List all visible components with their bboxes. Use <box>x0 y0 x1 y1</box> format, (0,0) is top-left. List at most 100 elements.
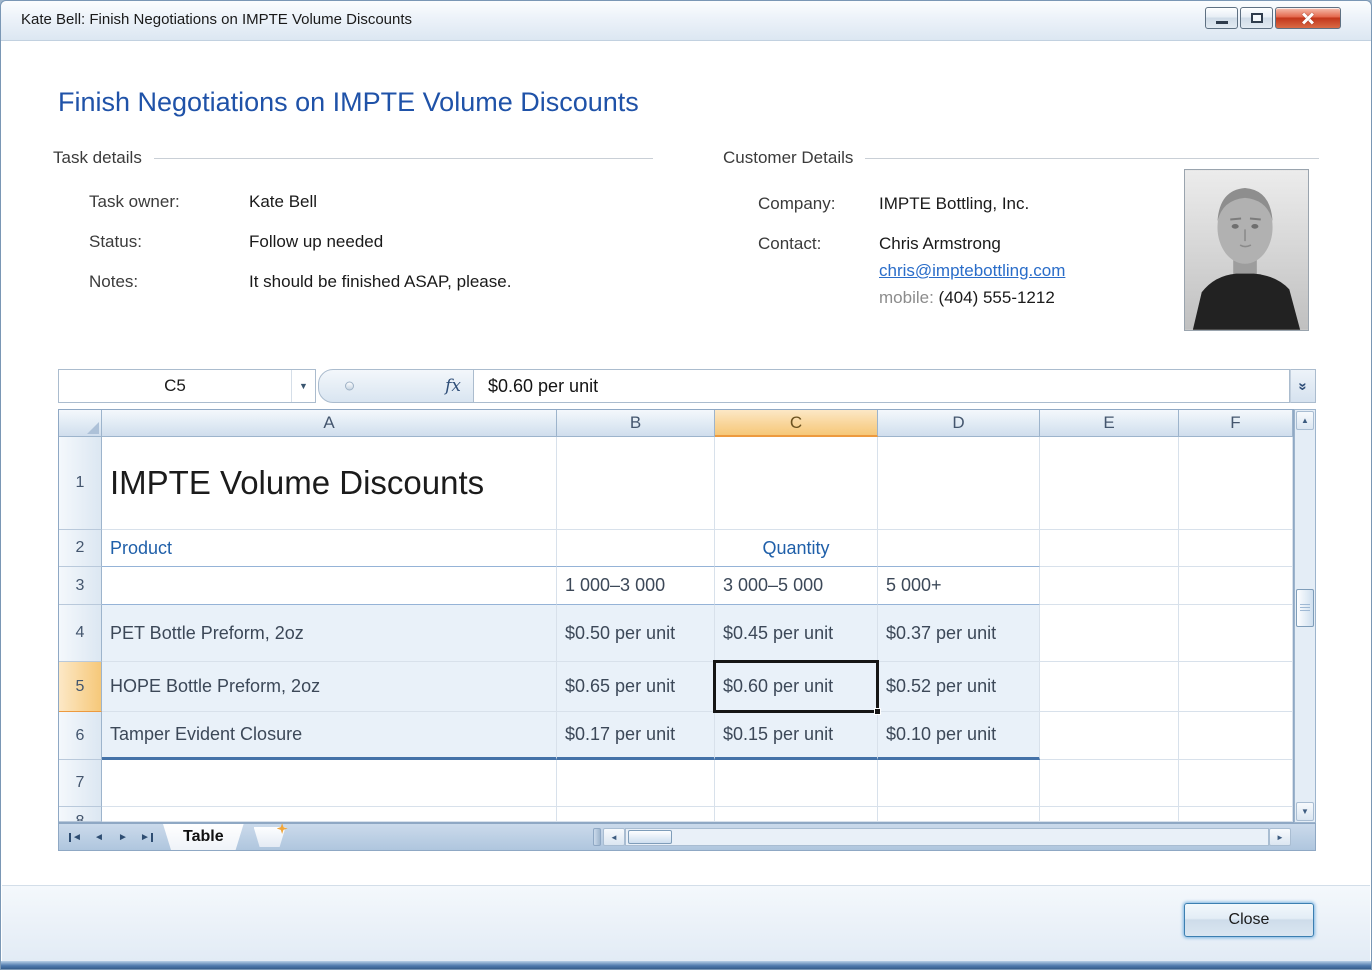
insert-function-button[interactable]: fx <box>318 369 474 403</box>
grid-cell[interactable] <box>1040 437 1179 530</box>
column-header-c[interactable]: C <box>715 410 878 437</box>
horizontal-scroll-thumb[interactable] <box>628 830 672 844</box>
cell-a6-product[interactable]: Tamper Evident Closure <box>102 712 557 760</box>
grid-cell[interactable] <box>102 760 557 807</box>
tab-split-handle[interactable] <box>593 828 601 846</box>
grid-cell[interactable] <box>1040 567 1179 605</box>
grid-cell[interactable] <box>878 760 1040 807</box>
cell-c6-price[interactable]: $0.15 per unit <box>715 712 878 760</box>
grid-cell[interactable] <box>1040 530 1179 567</box>
expand-formula-bar-button[interactable]: » <box>1290 369 1316 403</box>
row-header-6[interactable]: 6 <box>59 712 102 760</box>
cell-a2-product-header[interactable]: Product <box>102 530 557 567</box>
horizontal-scroll-track[interactable] <box>625 828 1269 846</box>
cell-b4-price[interactable]: $0.50 per unit <box>557 605 715 662</box>
grid-cell[interactable] <box>1179 807 1293 822</box>
cell-a4-product[interactable]: PET Bottle Preform, 2oz <box>102 605 557 662</box>
insert-worksheet-button[interactable] <box>254 827 286 847</box>
cell-c4-price[interactable]: $0.45 per unit <box>715 605 878 662</box>
select-all-icon <box>87 422 99 434</box>
grid-cell[interactable] <box>1179 760 1293 807</box>
contact-photo <box>1184 169 1309 331</box>
grid-cell[interactable] <box>1179 437 1293 530</box>
previous-sheet-button[interactable]: ◄ <box>87 828 111 846</box>
minimize-button[interactable] <box>1205 7 1238 29</box>
grid-cell[interactable] <box>715 437 878 530</box>
row-header-1[interactable]: 1 <box>59 437 102 530</box>
row-header-7[interactable]: 7 <box>59 760 102 807</box>
grid-cell[interactable] <box>557 437 715 530</box>
grid-cell[interactable] <box>557 807 715 822</box>
grid-cell[interactable] <box>1040 605 1179 662</box>
task-details-section: Task details <box>53 148 653 168</box>
grid-cell[interactable] <box>1040 662 1179 712</box>
row-header-2[interactable]: 2 <box>59 530 102 567</box>
grid-cell[interactable] <box>878 437 1040 530</box>
column-header-a[interactable]: A <box>102 410 557 437</box>
column-header-e[interactable]: E <box>1040 410 1179 437</box>
grid-cell[interactable] <box>102 567 557 605</box>
cell-b3-tier1[interactable]: 1 000–3 000 <box>557 567 715 605</box>
vertical-scrollbar[interactable]: ▲ ▼ <box>1294 409 1316 823</box>
cell-d3-tier3[interactable]: 5 000+ <box>878 567 1040 605</box>
name-box-dropdown[interactable]: ▼ <box>291 370 315 402</box>
cell-d4-price[interactable]: $0.37 per unit <box>878 605 1040 662</box>
titlebar[interactable]: Kate Bell: Finish Negotiations on IMPTE … <box>1 1 1371 41</box>
name-box[interactable]: C5 ▼ <box>58 369 316 403</box>
scroll-left-button[interactable]: ◄ <box>603 828 625 846</box>
row-header-4[interactable]: 4 <box>59 605 102 662</box>
close-window-button[interactable] <box>1275 7 1341 29</box>
cell-c3-tier2[interactable]: 3 000–5 000 <box>715 567 878 605</box>
cell-d6-price[interactable]: $0.10 per unit <box>878 712 1040 760</box>
grid-cell[interactable] <box>715 807 878 822</box>
close-icon <box>1300 10 1316 26</box>
grid-cell[interactable] <box>557 760 715 807</box>
vertical-scroll-thumb[interactable] <box>1296 589 1314 627</box>
customer-details-label: Customer Details <box>723 148 853 168</box>
last-sheet-button[interactable]: ► <box>135 828 159 846</box>
vertical-scroll-track[interactable] <box>1295 431 1315 801</box>
grid-cell[interactable] <box>1179 530 1293 567</box>
row-header-3[interactable]: 3 <box>59 567 102 605</box>
column-header-f[interactable]: F <box>1179 410 1293 437</box>
cell-b6-price[interactable]: $0.17 per unit <box>557 712 715 760</box>
select-all-corner[interactable] <box>59 410 102 437</box>
grid-cell[interactable] <box>1179 605 1293 662</box>
grid-cell[interactable] <box>1040 807 1179 822</box>
grid-cell[interactable] <box>878 807 1040 822</box>
dialog-client-area: Finish Negotiations on IMPTE Volume Disc… <box>1 41 1371 885</box>
sheet-tab-table[interactable]: Table <box>163 824 244 850</box>
cell-a5-product[interactable]: HOPE Bottle Preform, 2oz <box>102 662 557 712</box>
cell-b5-price[interactable]: $0.65 per unit <box>557 662 715 712</box>
cell-c2-quantity-header[interactable]: Quantity <box>715 530 878 567</box>
close-button[interactable]: Close <box>1184 903 1314 937</box>
contact-email-link[interactable]: chris@imptebottling.com <box>879 261 1065 280</box>
grid-cell[interactable] <box>102 807 557 822</box>
scroll-right-button[interactable]: ► <box>1269 828 1291 846</box>
grid-cell[interactable] <box>1040 712 1179 760</box>
horizontal-scrollbar[interactable]: ◄ ► <box>593 827 1291 847</box>
formula-input[interactable]: $0.60 per unit <box>474 369 1290 403</box>
first-sheet-button[interactable]: ◄ <box>63 828 87 846</box>
column-header-b[interactable]: B <box>557 410 715 437</box>
grid-cell[interactable] <box>557 530 715 567</box>
cell-a1-title[interactable]: IMPTE Volume Discounts <box>102 437 557 530</box>
scroll-down-button[interactable]: ▼ <box>1296 802 1314 821</box>
task-owner-value: Kate Bell <box>249 192 317 211</box>
next-sheet-button[interactable]: ► <box>111 828 135 846</box>
scroll-up-button[interactable]: ▲ <box>1296 411 1314 430</box>
cell-c5-selected[interactable]: $0.60 per unit <box>715 662 878 712</box>
grid-cell[interactable] <box>1179 662 1293 712</box>
grid-cell[interactable] <box>1179 567 1293 605</box>
grid-cell[interactable] <box>1040 760 1179 807</box>
formula-text: $0.60 per unit <box>488 376 598 397</box>
contact-label: Contact: <box>758 233 879 255</box>
cell-d5-price[interactable]: $0.52 per unit <box>878 662 1040 712</box>
grid-cell[interactable] <box>715 760 878 807</box>
maximize-button[interactable] <box>1240 7 1273 29</box>
grid-cell[interactable] <box>1179 712 1293 760</box>
row-header-8[interactable]: 8 <box>59 807 102 822</box>
grid-cell[interactable] <box>878 530 1040 567</box>
row-header-5[interactable]: 5 <box>59 662 102 712</box>
column-header-d[interactable]: D <box>878 410 1040 437</box>
